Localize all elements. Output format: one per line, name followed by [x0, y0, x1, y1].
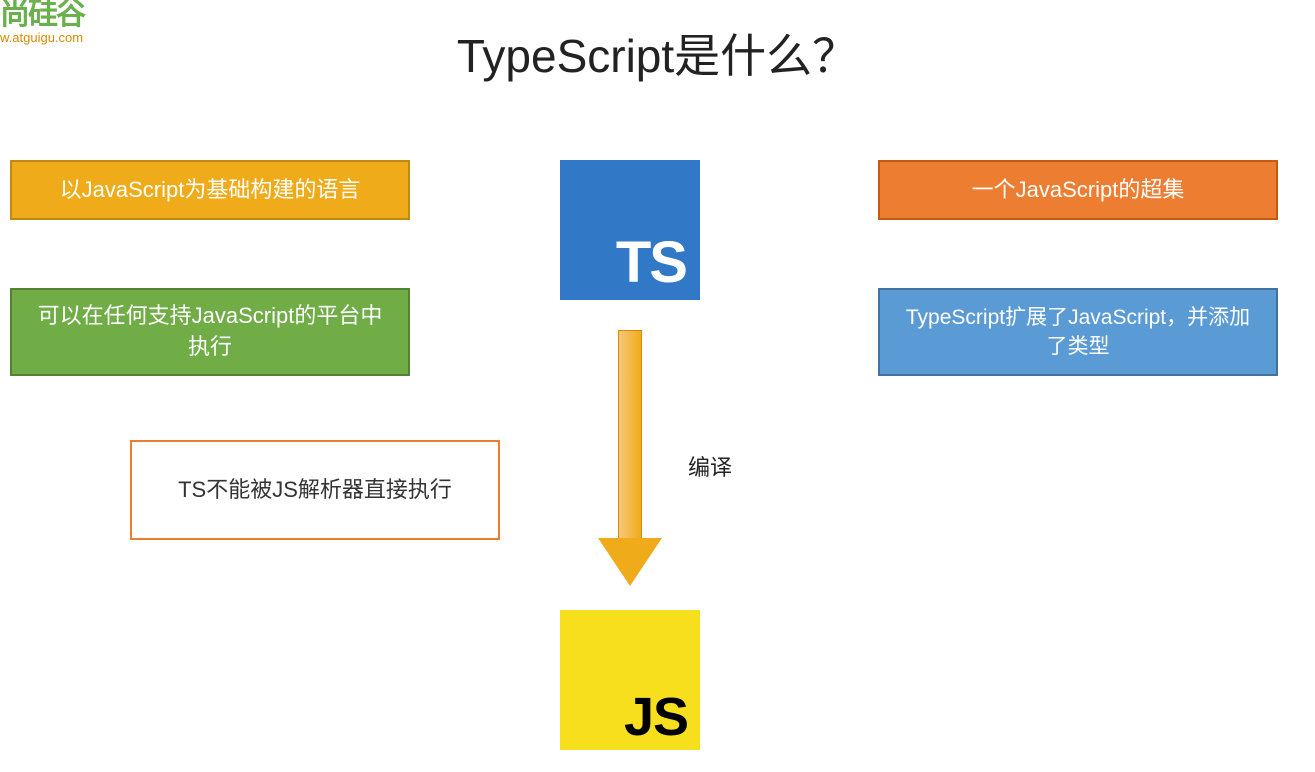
- feature-box-built-on-js: 以JavaScript为基础构建的语言: [10, 160, 410, 220]
- js-logo-text: JS: [624, 690, 688, 744]
- ts-logo-text: TS: [616, 234, 686, 292]
- feature-text: TS不能被JS解析器直接执行: [178, 475, 452, 506]
- arrow-shaft: [618, 330, 642, 540]
- javascript-logo: JS: [560, 610, 700, 750]
- arrow-label: 编译: [688, 450, 732, 482]
- feature-text: 可以在任何支持JavaScript的平台中执行: [30, 301, 390, 363]
- feature-box-cannot-execute: TS不能被JS解析器直接执行: [130, 440, 500, 540]
- feature-box-cross-platform: 可以在任何支持JavaScript的平台中执行: [10, 288, 410, 376]
- compile-arrow: [610, 330, 650, 590]
- feature-text: 以JavaScript为基础构建的语言: [60, 175, 361, 206]
- feature-box-extends-types: TypeScript扩展了JavaScript，并添加了类型: [878, 288, 1278, 376]
- feature-box-superset: 一个JavaScript的超集: [878, 160, 1278, 220]
- arrow-head-icon: [598, 538, 662, 586]
- feature-text: 一个JavaScript的超集: [972, 175, 1185, 206]
- typescript-logo: TS: [560, 160, 700, 300]
- feature-text: TypeScript扩展了JavaScript，并添加了类型: [898, 303, 1258, 362]
- slide-title: TypeScript是什么？: [0, 20, 1315, 86]
